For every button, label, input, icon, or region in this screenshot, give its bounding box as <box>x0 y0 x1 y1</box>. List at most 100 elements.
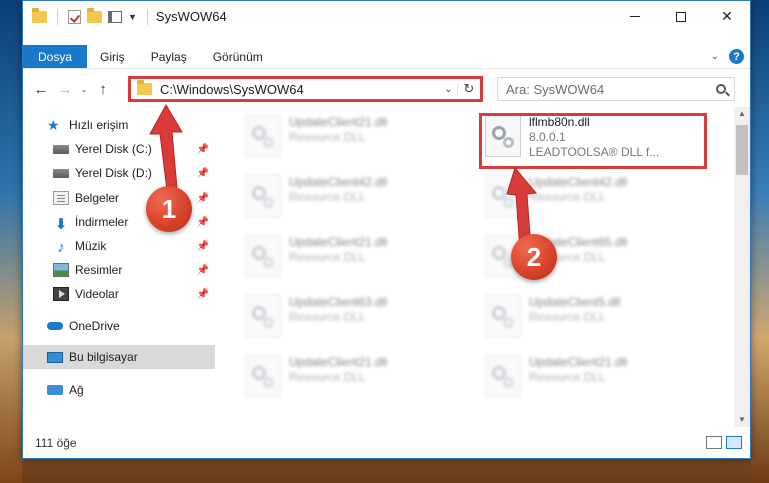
sidebar-item-network[interactable]: Ağ <box>23 378 215 402</box>
search-box[interactable] <box>497 77 735 101</box>
window-title: SysWOW64 <box>155 9 227 24</box>
annotation-badge-2: 2 <box>511 234 557 280</box>
desktop-background-right <box>751 0 769 483</box>
sidebar-item-local-disk-c[interactable]: Yerel Disk (C:) 📌 <box>23 137 215 161</box>
scroll-down-icon[interactable]: ▼ <box>734 413 750 427</box>
sidebar-item-label: Yerel Disk (C:) <box>75 142 152 156</box>
minimize-icon <box>630 16 640 17</box>
properties-icon[interactable] <box>108 10 122 23</box>
dll-file-icon <box>245 295 281 337</box>
sidebar-item-label: OneDrive <box>69 319 120 333</box>
file-description: Resource DLL <box>289 370 366 384</box>
navigation-bar: ← → ⌄ ↑ C:\Windows\SysWOW64 ⌄ ↻ <box>23 73 750 105</box>
file-item[interactable]: UpdateClient21.dll Resource DLL <box>485 355 627 407</box>
large-icons-view-icon[interactable] <box>726 436 742 449</box>
sidebar-item-label: Yerel Disk (D:) <box>75 166 152 180</box>
scroll-thumb[interactable] <box>736 125 748 175</box>
search-icon[interactable] <box>708 84 734 94</box>
disk-icon <box>53 168 69 178</box>
sidebar-item-label: Hızlı erişim <box>69 118 129 132</box>
file-item[interactable]: UpdateClient21.dll Resource DLL <box>245 115 387 167</box>
close-button[interactable]: ✕ <box>704 1 750 32</box>
file-description: Resource DLL <box>289 310 366 324</box>
file-description: Resource DLL <box>289 250 366 264</box>
file-item[interactable]: UpdateClient21.dll Resource DLL <box>245 235 387 287</box>
sidebar-item-local-disk-d[interactable]: Yerel Disk (D:) 📌 <box>23 161 215 185</box>
file-name: UpdateClient21.dll <box>289 235 388 249</box>
tab-dosya[interactable]: Dosya <box>23 45 88 68</box>
sidebar-item-music[interactable]: ♪ Müzik 📌 <box>23 234 215 258</box>
forward-button[interactable]: → <box>53 77 77 101</box>
help-icon[interactable]: ? <box>729 49 744 64</box>
ribbon-tabs: Dosya Giriş Paylaş Görünüm ⌄ ? <box>23 45 750 69</box>
pin-icon: 📌 <box>196 192 209 204</box>
explorer-window: ▼ SysWOW64 ✕ Dosya Giriş Paylaş Görünüm … <box>22 0 751 459</box>
tab-giris[interactable]: Giriş <box>87 45 138 68</box>
sidebar-item-videos[interactable]: Videolar 📌 <box>23 282 215 306</box>
disk-icon <box>53 144 69 154</box>
title-bar: ▼ SysWOW64 ✕ <box>23 1 750 32</box>
computer-icon <box>47 351 63 363</box>
pin-icon: 📌 <box>196 167 209 179</box>
details-view-icon[interactable] <box>706 436 722 449</box>
pictures-icon <box>53 263 69 277</box>
vertical-scrollbar[interactable]: ▲ ▼ <box>734 107 750 427</box>
address-path[interactable]: C:\Windows\SysWOW64 <box>160 82 440 97</box>
folder-icon <box>32 7 47 23</box>
desktop-background-left <box>0 0 22 483</box>
navigation-pane: ★ Hızlı erişim Yerel Disk (C:) 📌 Yerel D… <box>23 113 215 413</box>
file-name: UpdateClient21.dll <box>289 115 388 129</box>
file-item[interactable]: UpdateClient42.dll Resource DLL <box>485 175 627 227</box>
tab-paylas[interactable]: Paylaş <box>138 45 200 68</box>
sidebar-item-label: İndirmeler <box>75 215 129 229</box>
annotation-badge-1: 1 <box>146 186 192 232</box>
pin-icon: 📌 <box>196 216 209 228</box>
file-item[interactable]: UpdateClient42.dll Resource DLL <box>245 175 387 227</box>
pin-icon: 📌 <box>196 240 209 252</box>
back-arrow-icon: ← <box>33 80 49 98</box>
up-button[interactable]: ↑ <box>91 77 115 101</box>
new-folder-icon[interactable] <box>87 7 102 23</box>
download-icon: ⬇ <box>54 216 68 233</box>
network-icon <box>47 385 63 395</box>
recent-locations-button[interactable]: ⌄ <box>77 77 91 101</box>
address-dropdown-icon[interactable]: ⌄ <box>440 83 458 95</box>
dll-file-icon <box>245 175 281 217</box>
chevron-down-icon: ⌄ <box>80 84 88 94</box>
address-folder-icon <box>137 80 152 95</box>
maximize-icon <box>676 11 686 22</box>
highlight-box-file <box>479 113 707 169</box>
file-name: UpdateClient21.dll <box>529 355 628 369</box>
scroll-up-icon[interactable]: ▲ <box>734 107 750 121</box>
title-separator-2 <box>146 8 148 25</box>
dll-file-icon <box>245 235 281 277</box>
refresh-icon[interactable]: ↻ <box>458 81 480 97</box>
tab-gorunum[interactable]: Görünüm <box>200 45 276 68</box>
star-icon: ★ <box>47 116 60 133</box>
ribbon-expand-chevron-icon[interactable]: ⌄ <box>711 51 719 62</box>
file-item[interactable]: UpdateClient63.dll Resource DLL <box>245 295 387 347</box>
dll-file-icon <box>485 355 521 397</box>
file-name: UpdateClient21.dll <box>289 355 388 369</box>
search-input[interactable] <box>506 81 708 97</box>
file-item[interactable]: UpdateClient21.dll Resource DLL <box>245 355 387 407</box>
back-button[interactable]: ← <box>29 77 53 101</box>
dropdown-arrow-icon[interactable]: ▼ <box>128 12 137 22</box>
checkmark-icon[interactable] <box>68 9 81 24</box>
item-count: 111 öğe <box>35 436 77 450</box>
address-bar[interactable]: C:\Windows\SysWOW64 ⌄ ↻ <box>128 76 483 102</box>
maximize-button[interactable] <box>658 1 704 32</box>
file-description: Resource DLL <box>529 190 606 204</box>
minimize-button[interactable] <box>612 1 658 32</box>
sidebar-item-label: Bu bilgisayar <box>69 350 138 364</box>
sidebar-item-this-pc[interactable]: Bu bilgisayar <box>23 345 215 369</box>
sidebar-item-label: Belgeler <box>75 191 120 205</box>
videos-icon <box>53 287 69 301</box>
sidebar-item-quick-access[interactable]: ★ Hızlı erişim <box>23 113 215 137</box>
pin-icon: 📌 <box>196 288 209 300</box>
up-arrow-icon: ↑ <box>99 80 107 98</box>
file-description: Resource DLL <box>529 310 606 324</box>
file-item[interactable]: UpdateClient5.dll Resource DLL <box>485 295 620 347</box>
sidebar-item-pictures[interactable]: Resimler 📌 <box>23 258 215 282</box>
sidebar-item-onedrive[interactable]: OneDrive <box>23 314 215 338</box>
